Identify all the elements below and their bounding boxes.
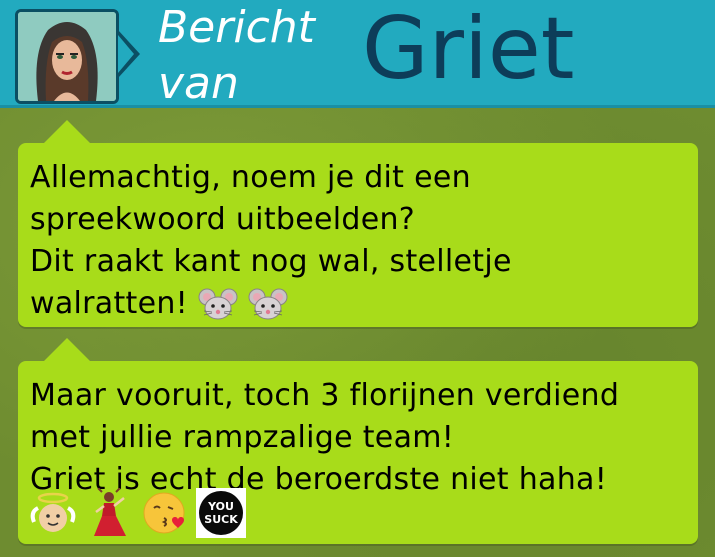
badge-text-you: YOU	[207, 500, 234, 513]
message-text: Maar vooruit, toch 3 florijnen verdiend …	[30, 375, 690, 501]
message-line: spreekwoord uitbeelden?	[30, 202, 416, 237]
flamenco-dancer-icon	[84, 487, 134, 538]
header-title-line1: Bericht	[158, 2, 315, 53]
message-bubble: Allemachtig, noem je dit een spreekwoord…	[18, 143, 698, 327]
message-text: Allemachtig, noem je dit een spreekwoord…	[30, 157, 690, 325]
message-line: walratten!	[30, 286, 188, 321]
badge-text-suck: SUCK	[204, 513, 238, 526]
woman-portrait-avatar	[18, 12, 116, 101]
message-line: Allemachtig, noem je dit een	[30, 160, 471, 195]
mouse-face-icon	[198, 287, 238, 321]
kissing-face-icon	[140, 488, 190, 538]
angel-face-icon	[28, 488, 78, 538]
bubble-tail	[43, 338, 91, 362]
message-line: Maar vooruit, toch 3 florijnen verdiend	[30, 378, 620, 413]
sender-name: Griet	[362, 0, 575, 99]
emoji-row: YOU SUCK	[28, 487, 246, 538]
avatar	[15, 9, 119, 104]
bubble-tail	[43, 120, 91, 144]
mouse-face-icon	[248, 287, 288, 321]
header-title-line2: van	[158, 58, 239, 109]
message-line: met jullie rampzalige team!	[30, 420, 455, 455]
you-suck-badge: YOU SUCK	[196, 488, 246, 538]
message-line: Dit raakt kant nog wal, stelletje	[30, 244, 512, 279]
message-header: Bericht van Griet	[0, 0, 715, 108]
